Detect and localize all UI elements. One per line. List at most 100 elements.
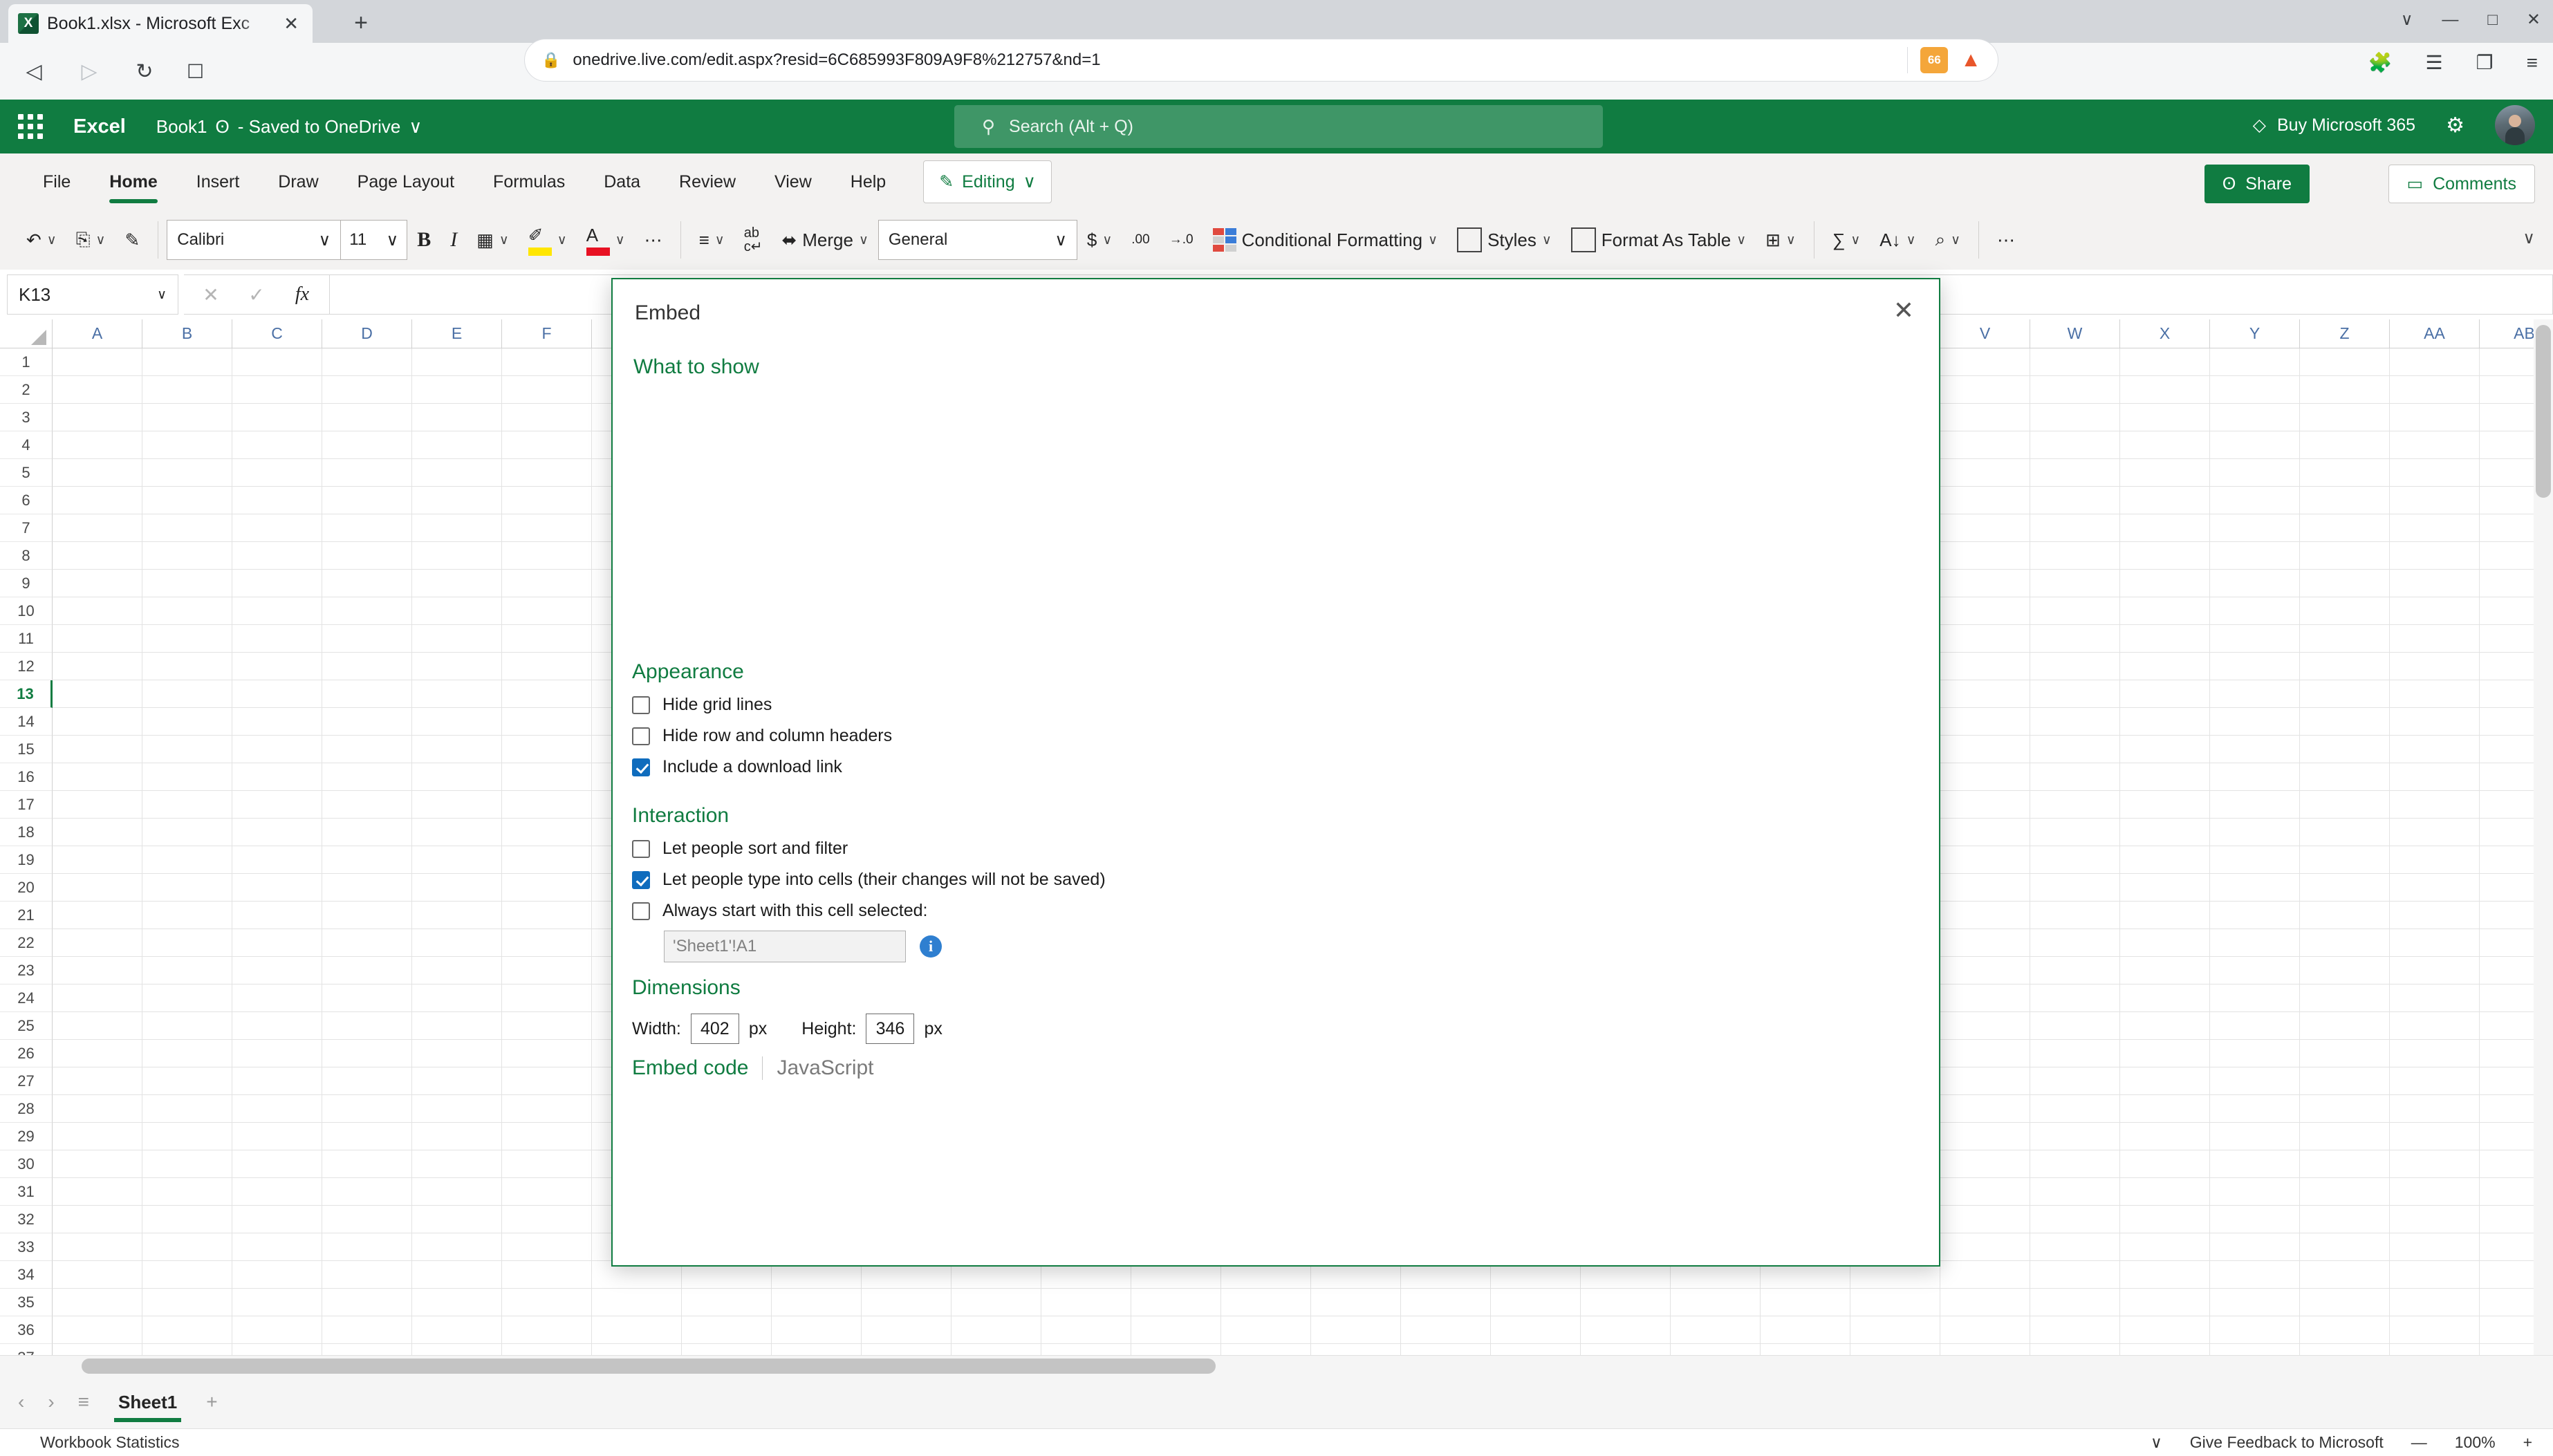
cell-B10[interactable] xyxy=(142,597,232,625)
cell-E12[interactable] xyxy=(412,653,502,680)
cell-Y15[interactable] xyxy=(2210,736,2300,763)
zoom-level-label[interactable]: 100% xyxy=(2455,1433,2496,1452)
cell-Z29[interactable] xyxy=(2300,1123,2390,1150)
cell-E22[interactable] xyxy=(412,929,502,957)
cell-C16[interactable] xyxy=(232,763,322,791)
cell-AA3[interactable] xyxy=(2390,404,2480,431)
cell-B18[interactable] xyxy=(142,819,232,846)
cell-X32[interactable] xyxy=(2120,1206,2210,1233)
cell-Z2[interactable] xyxy=(2300,376,2390,404)
cell-F4[interactable] xyxy=(502,431,592,459)
horizontal-scrollbar[interactable] xyxy=(0,1355,2553,1376)
cell-W34[interactable] xyxy=(2030,1261,2120,1289)
cell-B35[interactable] xyxy=(142,1289,232,1316)
cell-AA32[interactable] xyxy=(2390,1206,2480,1233)
cell-F36[interactable] xyxy=(502,1316,592,1344)
row-header-9[interactable]: 9 xyxy=(0,570,53,597)
cell-C29[interactable] xyxy=(232,1123,322,1150)
cell-F30[interactable] xyxy=(502,1150,592,1178)
italic-button[interactable]: I xyxy=(440,218,467,261)
cell-W32[interactable] xyxy=(2030,1206,2120,1233)
cell-Z16[interactable] xyxy=(2300,763,2390,791)
cell-Y35[interactable] xyxy=(2210,1289,2300,1316)
cell-O35[interactable] xyxy=(1311,1289,1401,1316)
row-header-25[interactable]: 25 xyxy=(0,1012,53,1040)
column-header-w[interactable]: W xyxy=(2030,319,2120,348)
cell-B11[interactable] xyxy=(142,625,232,653)
cell-F14[interactable] xyxy=(502,708,592,736)
cell-Z23[interactable] xyxy=(2300,957,2390,984)
cell-Y24[interactable] xyxy=(2210,984,2300,1012)
cell-P36[interactable] xyxy=(1401,1316,1491,1344)
cell-Z30[interactable] xyxy=(2300,1150,2390,1178)
cell-C28[interactable] xyxy=(232,1095,322,1123)
cell-A16[interactable] xyxy=(53,763,142,791)
column-header-f[interactable]: F xyxy=(502,319,592,348)
shield-icon[interactable]: 66 xyxy=(1920,47,1949,73)
column-header-y[interactable]: Y xyxy=(2210,319,2300,348)
cell-AA23[interactable] xyxy=(2390,957,2480,984)
cell-W14[interactable] xyxy=(2030,708,2120,736)
cell-E28[interactable] xyxy=(412,1095,502,1123)
cell-Y3[interactable] xyxy=(2210,404,2300,431)
cell-Z12[interactable] xyxy=(2300,653,2390,680)
row-header-28[interactable]: 28 xyxy=(0,1095,53,1123)
cell-E25[interactable] xyxy=(412,1012,502,1040)
cell-F8[interactable] xyxy=(502,542,592,570)
cell-E16[interactable] xyxy=(412,763,502,791)
cell-D20[interactable] xyxy=(322,874,412,902)
buy-microsoft-365-button[interactable]: ◇ Buy Microsoft 365 xyxy=(2253,115,2415,136)
cell-Y29[interactable] xyxy=(2210,1123,2300,1150)
all-sheets-icon[interactable]: ≡ xyxy=(78,1391,89,1413)
cell-D18[interactable] xyxy=(322,819,412,846)
cell-B12[interactable] xyxy=(142,653,232,680)
font-color-button[interactable]: A ∨ xyxy=(577,218,635,261)
cell-AA27[interactable] xyxy=(2390,1067,2480,1095)
cell-V23[interactable] xyxy=(1940,957,2030,984)
add-sheet-icon[interactable]: + xyxy=(206,1391,217,1413)
cell-V25[interactable] xyxy=(1940,1012,2030,1040)
cell-A20[interactable] xyxy=(53,874,142,902)
checkbox-sort-and-filter[interactable]: Let people sort and filter xyxy=(632,839,1106,859)
cell-W5[interactable] xyxy=(2030,459,2120,487)
cell-Y16[interactable] xyxy=(2210,763,2300,791)
cell-W7[interactable] xyxy=(2030,514,2120,542)
cell-Z6[interactable] xyxy=(2300,487,2390,514)
cell-V36[interactable] xyxy=(1940,1316,2030,1344)
cell-E19[interactable] xyxy=(412,846,502,874)
cell-X7[interactable] xyxy=(2120,514,2210,542)
cell-AA17[interactable] xyxy=(2390,791,2480,819)
cell-A26[interactable] xyxy=(53,1040,142,1067)
row-header-35[interactable]: 35 xyxy=(0,1289,53,1316)
cell-V35[interactable] xyxy=(1940,1289,2030,1316)
decrease-decimal-button[interactable]: .00 xyxy=(1122,218,1159,261)
new-tab-button[interactable]: + xyxy=(346,10,376,37)
cell-Z24[interactable] xyxy=(2300,984,2390,1012)
cell-V22[interactable] xyxy=(1940,929,2030,957)
sheet-tab-sheet1[interactable]: Sheet1 xyxy=(113,1379,183,1425)
cell-Z22[interactable] xyxy=(2300,929,2390,957)
cell-B8[interactable] xyxy=(142,542,232,570)
cell-E17[interactable] xyxy=(412,791,502,819)
cell-A34[interactable] xyxy=(53,1261,142,1289)
share-button[interactable]: ʘ Share xyxy=(2204,165,2310,203)
cell-V1[interactable] xyxy=(1940,348,2030,376)
next-sheet-icon[interactable]: › xyxy=(48,1391,54,1413)
checkbox-include-download-link[interactable]: Include a download link xyxy=(632,757,892,777)
cell-AA35[interactable] xyxy=(2390,1289,2480,1316)
cell-E18[interactable] xyxy=(412,819,502,846)
row-header-2[interactable]: 2 xyxy=(0,376,53,404)
cell-Y13[interactable] xyxy=(2210,680,2300,708)
cell-AA6[interactable] xyxy=(2390,487,2480,514)
select-all-corner[interactable] xyxy=(0,319,53,348)
cell-A15[interactable] xyxy=(53,736,142,763)
cell-F20[interactable] xyxy=(502,874,592,902)
cell-A27[interactable] xyxy=(53,1067,142,1095)
cell-X13[interactable] xyxy=(2120,680,2210,708)
cell-Y5[interactable] xyxy=(2210,459,2300,487)
cell-D8[interactable] xyxy=(322,542,412,570)
cell-X27[interactable] xyxy=(2120,1067,2210,1095)
cell-Y23[interactable] xyxy=(2210,957,2300,984)
cell-E6[interactable] xyxy=(412,487,502,514)
cell-E21[interactable] xyxy=(412,902,502,929)
